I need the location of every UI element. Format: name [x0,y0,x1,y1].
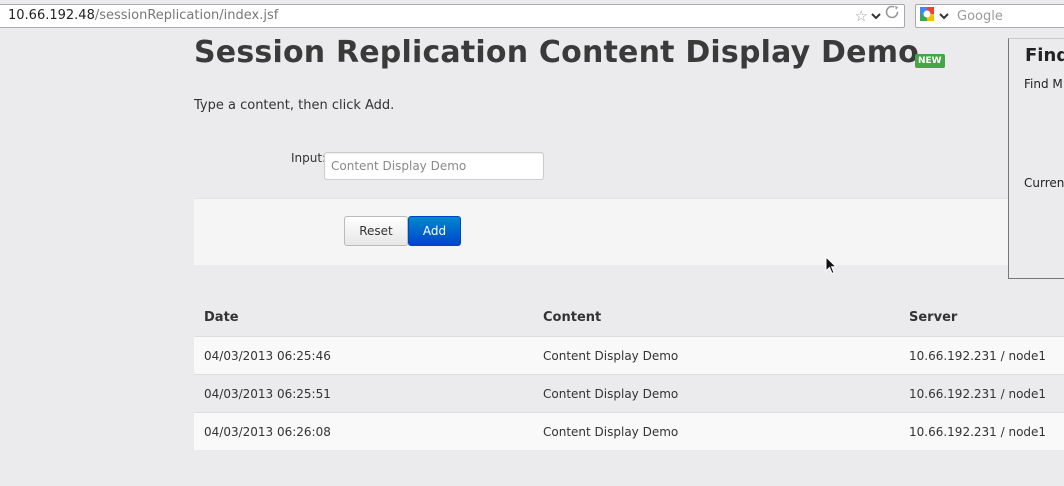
url-bar[interactable]: 10.66.192.48/sessionReplication/index.js… [0,4,905,28]
content-table: Date Content Server 04/03/2013 06:25:46 … [194,298,1064,450]
bookmark-star-icon[interactable]: ☆ [855,5,868,27]
url-bar-tools: ☆ [855,5,900,27]
cell-content: Content Display Demo [533,374,899,413]
find-panel-title: Find [1025,45,1064,66]
table-row: 04/03/2013 06:26:08 Content Display Demo… [194,412,1064,450]
form-actions [194,198,1008,265]
google-search-engine-icon[interactable] [919,6,935,26]
add-button[interactable]: Add [408,216,461,246]
find-panel: Find Find M Curren [1008,38,1064,279]
new-badge: NEW [915,54,945,68]
content-input[interactable] [324,152,544,180]
reset-button[interactable]: Reset [344,216,408,246]
header-content: Content [533,298,899,337]
cell-server: 10.66.192.231 / node1 [899,374,1064,413]
cell-server: 10.66.192.231 / node1 [899,412,1064,450]
search-bar[interactable]: Google [915,4,1064,28]
search-engine-dropdown-icon[interactable] [939,12,949,20]
cell-content: Content Display Demo [533,336,899,375]
search-placeholder: Google [957,8,1003,24]
cell-date: 04/03/2013 06:25:46 [194,336,533,375]
find-panel-subtitle: Find M [1024,77,1063,91]
cell-server: 10.66.192.231 / node1 [899,336,1064,375]
table-row: 04/03/2013 06:25:46 Content Display Demo… [194,336,1064,375]
cell-date: 04/03/2013 06:25:51 [194,374,533,413]
dropdown-chevron-icon[interactable] [871,12,881,20]
reload-icon[interactable] [884,4,900,28]
table-row: 04/03/2013 06:25:51 Content Display Demo… [194,374,1064,413]
instructions-text: Type a content, then click Add. [194,98,395,113]
find-panel-current: Curren [1024,176,1064,190]
cell-content: Content Display Demo [533,412,899,450]
mouse-cursor-icon [825,256,837,275]
page-title: Session Replication Content Display Demo [194,35,919,70]
table-header-row: Date Content Server [194,298,1064,337]
url-path: /sessionReplication/index.jsf [94,8,279,23]
cell-date: 04/03/2013 06:26:08 [194,412,533,450]
header-date: Date [194,298,533,337]
input-label: Input: [291,151,327,165]
url-host: 10.66.192.48 [8,8,95,23]
header-server: Server [899,298,1064,337]
